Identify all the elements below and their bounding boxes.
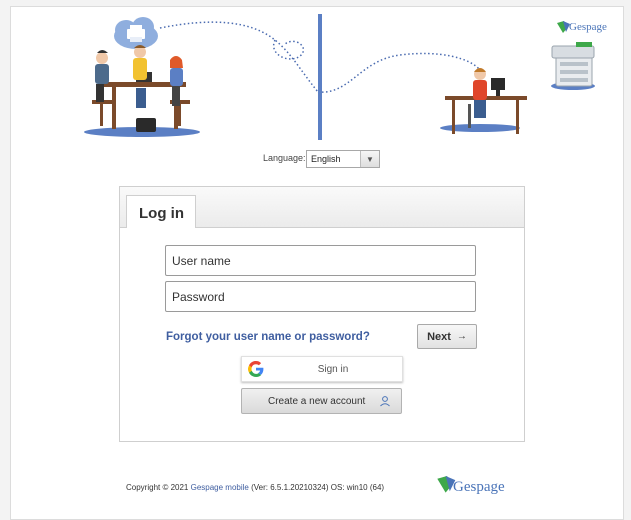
brand-logo-footer: Gespage	[437, 476, 517, 498]
copier-icon	[551, 42, 595, 90]
footer-prefix: Copyright © 2021	[126, 483, 189, 492]
create-account-button[interactable]: Create a new account	[241, 388, 402, 414]
chevron-down-icon[interactable]: ▼	[360, 151, 379, 167]
google-signin-label: Sign in	[317, 364, 349, 375]
password-field[interactable]	[165, 281, 476, 312]
office-worker-illustration	[440, 68, 527, 134]
next-button[interactable]: Next →	[417, 324, 477, 349]
footer-suffix: (Ver: 6.5.1.20210324) OS: win10 (64)	[251, 483, 385, 492]
create-account-label: Create a new account	[268, 396, 366, 407]
footer-app-link[interactable]: Gespage mobile	[191, 483, 249, 492]
tab-login[interactable]: Log in	[126, 195, 196, 228]
brand-logo-text: Gespage	[453, 479, 505, 495]
language-label: Language:	[263, 153, 306, 163]
login-panel: Log in Forgot your user name or password…	[119, 186, 525, 442]
footer-copyright: Copyright © 2021 Gespage mobile (Ver: 6.…	[126, 483, 384, 492]
language-selected-value: English	[311, 154, 341, 164]
cloud-printer-icon	[114, 17, 158, 49]
next-button-label: Next	[427, 330, 451, 343]
google-signin-button[interactable]: Sign in	[241, 356, 403, 382]
brand-logo-text: Gespage	[569, 21, 607, 33]
team-meeting-illustration	[84, 45, 200, 137]
header-illustration	[84, 14, 595, 140]
language-select[interactable]: English ▼	[306, 150, 380, 168]
forgot-credentials-link[interactable]: Forgot your user name or password?	[166, 331, 370, 343]
user-icon	[380, 396, 390, 407]
brand-logo-top: Gespage	[557, 20, 617, 36]
arrow-right-icon: →	[456, 331, 467, 342]
username-field[interactable]	[165, 245, 476, 276]
